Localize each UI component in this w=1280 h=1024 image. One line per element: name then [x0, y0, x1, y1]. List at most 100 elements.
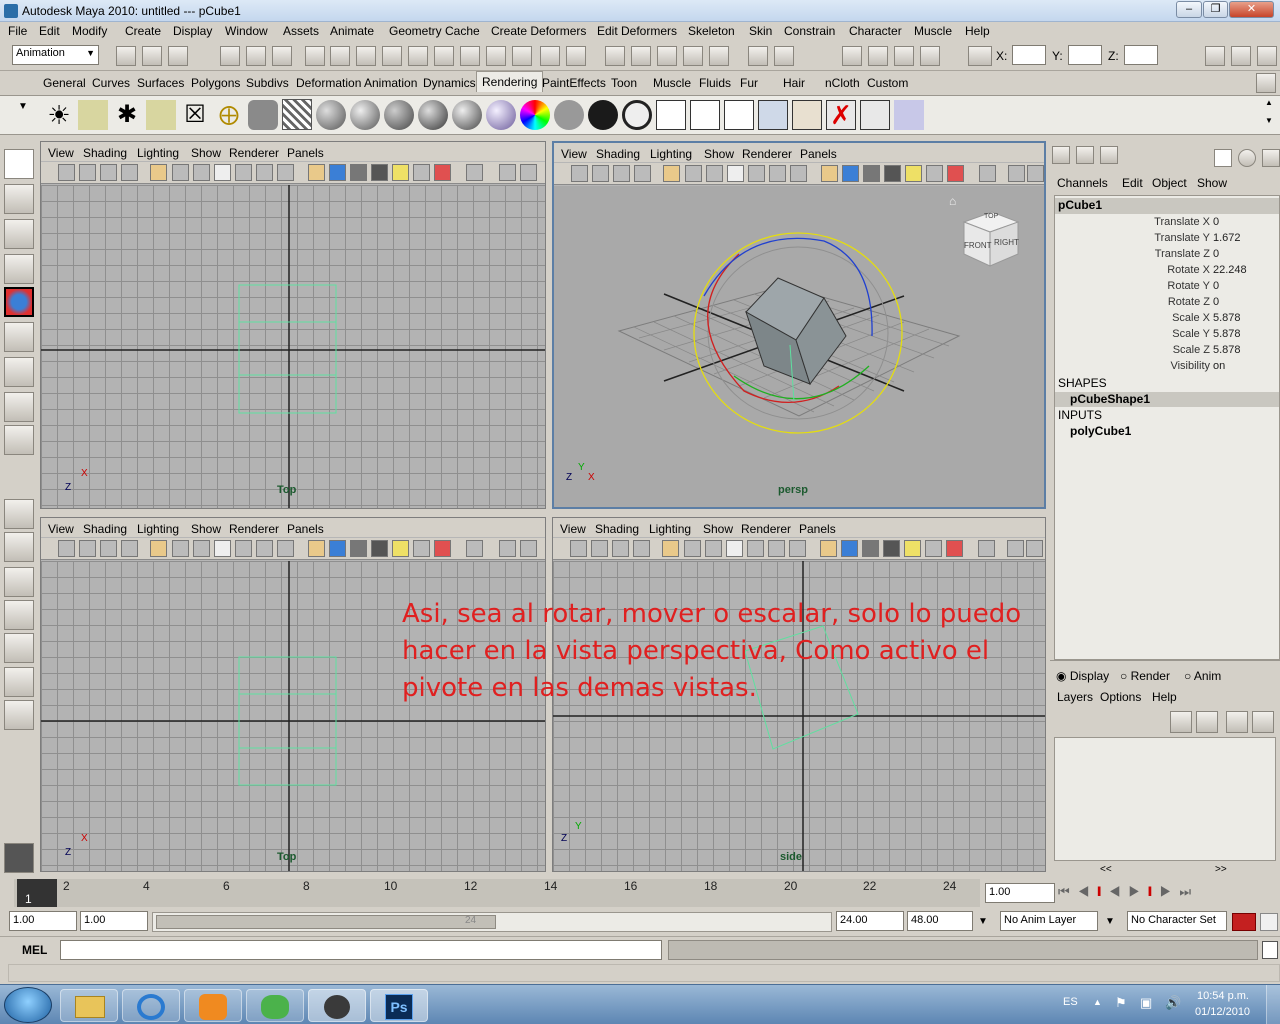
field-chart-icon[interactable]: [235, 540, 252, 557]
shelf-shading-map-icon[interactable]: [622, 100, 652, 130]
panel-options-icon[interactable]: [1026, 540, 1043, 557]
shelf-render-settings-icon[interactable]: [724, 100, 754, 130]
safe-title-icon[interactable]: [277, 164, 294, 181]
panel-menu-view[interactable]: View: [561, 147, 587, 161]
start-button[interactable]: [4, 987, 52, 1023]
history-icon[interactable]: [748, 46, 768, 66]
shelf-tab-curves[interactable]: Curves: [92, 76, 130, 90]
playback-end-field[interactable]: 24.00: [836, 911, 904, 931]
menu-window[interactable]: Window: [225, 24, 268, 38]
object-menu[interactable]: Object: [1152, 176, 1187, 190]
attr-row-scale-y[interactable]: Scale Y 5.878: [1055, 328, 1280, 344]
language-indicator[interactable]: ES: [1063, 996, 1078, 1008]
layout-more-icon[interactable]: [4, 700, 34, 730]
menuset-dropdown[interactable]: Animation ▼: [12, 45, 99, 65]
shelf-use-background-icon[interactable]: [588, 100, 618, 130]
panel-options-icon[interactable]: [520, 540, 537, 557]
textured-icon[interactable]: [371, 164, 388, 181]
snap-curve-icon[interactable]: [631, 46, 651, 66]
shelf-phong-icon[interactable]: [384, 100, 414, 130]
film-gate-icon[interactable]: [684, 540, 701, 557]
shape-node[interactable]: pCubeShape1: [1055, 392, 1279, 407]
step-back-icon[interactable]: ◀: [1078, 884, 1098, 899]
shelf-ambient-light-icon[interactable]: ⨁: [214, 100, 244, 130]
menu-assets[interactable]: Assets: [283, 24, 319, 38]
menu-edit-deformers[interactable]: Edit Deformers: [597, 24, 677, 38]
menu-edit[interactable]: Edit: [39, 24, 60, 38]
show-manipulator-icon[interactable]: [4, 425, 34, 455]
character-set-field[interactable]: No Character Set: [1127, 911, 1227, 931]
ie-task[interactable]: [122, 989, 180, 1022]
select-hierarchy-icon[interactable]: [220, 46, 240, 66]
gate-mask-icon[interactable]: [214, 164, 231, 181]
move-layer-up-icon[interactable]: [1170, 711, 1192, 733]
panel-layout-icon[interactable]: [1008, 165, 1025, 182]
radio-render[interactable]: ○ Render: [1120, 669, 1170, 683]
attr-row-scale-x[interactable]: Scale X 5.878: [1055, 312, 1280, 328]
media-player-task[interactable]: [184, 989, 242, 1022]
menu-character[interactable]: Character: [849, 24, 902, 38]
safe-title-icon[interactable]: [277, 540, 294, 557]
camera-attr-icon[interactable]: [79, 540, 96, 557]
attr-value[interactable]: 1.672: [1213, 232, 1241, 244]
script-editor-icon[interactable]: [1262, 941, 1278, 959]
menu-geometry-cache[interactable]: Geometry Cache: [389, 24, 480, 38]
shelf-tab-muscle[interactable]: Muscle: [653, 76, 691, 90]
universal-manipulator-icon[interactable]: [4, 357, 34, 387]
new-layer-icon[interactable]: [1226, 711, 1248, 733]
bookmark-icon[interactable]: [100, 164, 117, 181]
go-to-start-icon[interactable]: ⏮: [1058, 884, 1078, 899]
smooth-shade-icon[interactable]: [329, 540, 346, 557]
smooth-shade-icon[interactable]: [841, 540, 858, 557]
resolution-gate-icon[interactable]: [705, 540, 722, 557]
panel-menu-panels[interactable]: Panels: [800, 147, 837, 161]
viewport-top-left[interactable]: View Shading Lighting Show Renderer Pane…: [40, 141, 546, 509]
move-tool-icon[interactable]: [4, 254, 34, 284]
attr-value[interactable]: 0: [1213, 280, 1219, 292]
current-frame-marker[interactable]: [17, 879, 57, 907]
bookmark-icon[interactable]: [613, 165, 630, 182]
show-hidden-icons[interactable]: ▲: [1093, 997, 1102, 1007]
panel-layout-icon[interactable]: [499, 540, 516, 557]
attr-row-rotate-z[interactable]: Rotate Z0: [1055, 296, 1280, 312]
safe-title-icon[interactable]: [790, 165, 807, 182]
attr-value[interactable]: on: [1213, 360, 1225, 372]
maya-task[interactable]: [308, 989, 366, 1022]
edit-menu[interactable]: Edit: [1122, 176, 1143, 190]
resolution-gate-icon[interactable]: [706, 165, 723, 182]
select-tool-icon[interactable]: [4, 149, 34, 179]
step-back-key-icon[interactable]: ❙: [1097, 884, 1109, 899]
input-field-icon[interactable]: [968, 46, 992, 66]
animation-prefs-icon[interactable]: [1260, 913, 1278, 931]
animation-start-field[interactable]: 1.00: [9, 911, 77, 931]
shelf-light-icon[interactable]: ☀: [44, 100, 74, 130]
grid-icon[interactable]: [150, 540, 167, 557]
rendering-icon[interactable]: [486, 46, 506, 66]
messenger-task[interactable]: [246, 989, 304, 1022]
radio-anim[interactable]: ○ Anim: [1184, 669, 1221, 683]
menu-constrain[interactable]: Constrain: [784, 24, 835, 38]
panel-menu-shading[interactable]: Shading: [83, 522, 127, 536]
menu-display[interactable]: Display: [173, 24, 212, 38]
grid-icon[interactable]: [150, 164, 167, 181]
panel-menu-show[interactable]: Show: [191, 522, 221, 536]
menu-help[interactable]: Help: [965, 24, 990, 38]
gate-mask-icon[interactable]: [727, 165, 744, 182]
show-menu[interactable]: Show: [1197, 176, 1227, 190]
image-plane-icon[interactable]: [633, 540, 650, 557]
clock-time[interactable]: 10:54 p.m.: [1197, 990, 1249, 1002]
shelf-scroll-down-icon[interactable]: ▼: [1262, 116, 1276, 132]
attr-row-rotate-x[interactable]: Rotate X 22.248: [1055, 264, 1280, 280]
wireframe-icon[interactable]: [308, 164, 325, 181]
move-layer-down-icon[interactable]: [1196, 711, 1218, 733]
shelf-hypershade-icon[interactable]: [758, 100, 788, 130]
camera-icon[interactable]: [570, 540, 587, 557]
layout-graph-icon[interactable]: [4, 600, 34, 630]
shelf-blinn-icon[interactable]: [350, 100, 380, 130]
shelf-tab-general[interactable]: General: [43, 76, 86, 90]
shelf-tab-deformation[interactable]: Deformation: [296, 76, 361, 90]
bookmark-icon[interactable]: [100, 540, 117, 557]
flat-shade-icon[interactable]: [863, 165, 880, 182]
smooth-shade-icon[interactable]: [842, 165, 859, 182]
maximize-button[interactable]: ❐: [1203, 1, 1228, 18]
